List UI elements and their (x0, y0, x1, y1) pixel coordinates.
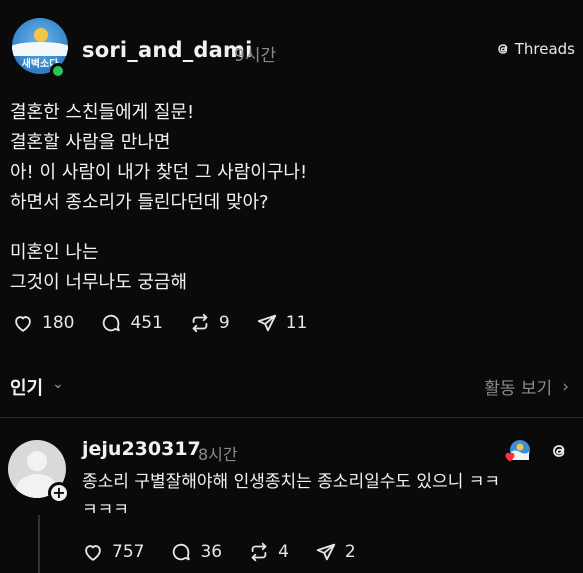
online-status-icon (50, 63, 66, 79)
post-line: 결혼할 사람을 만나면 (10, 132, 171, 153)
repost-icon (192, 313, 208, 333)
post-body: 결혼한 스친들에게 질문! 결혼할 사람을 만나면 아! 이 사람이 내가 찾던… (10, 98, 570, 298)
liked-by-author-icon (505, 440, 530, 462)
post-line: 결혼한 스친들에게 질문! (10, 102, 195, 123)
author-username[interactable]: sori_and_dami (82, 38, 253, 62)
reply-share-button[interactable]: 2 (315, 541, 356, 563)
avatar-wave-graphic (12, 42, 68, 56)
post-line: 그것이 너무나도 궁금해 (10, 272, 188, 293)
like-count: 180 (42, 313, 75, 333)
chevron-right-icon: › (562, 376, 569, 397)
repost-button[interactable]: 9 (189, 312, 230, 334)
post-line: 아! 이 사람이 내가 찾던 그 사람이구나! (10, 162, 308, 183)
reply-actions: 757 36 4 2 (82, 541, 382, 563)
avatar-sun-graphic (34, 28, 48, 42)
reply-line: 종소리 구별잘해야해 인생종치는 종소리일수도 있으니 ㅋㅋ (82, 472, 501, 492)
post-timestamp: 9시간 (234, 46, 277, 66)
reply-share-count: 2 (344, 542, 356, 562)
section-divider (0, 417, 583, 418)
send-icon (257, 314, 276, 332)
post-actions: 180 451 9 11 (12, 312, 333, 334)
reply-comment-count: 36 (200, 542, 223, 562)
view-activity-link[interactable]: 활동 보기 › (484, 374, 569, 400)
reply-body: 종소리 구별잘해야해 인생종치는 종소리일수도 있으니 ㅋㅋ ㅋㅋㅋ (82, 468, 572, 524)
share-count: 11 (285, 313, 308, 333)
reply-author-username[interactable]: jeju230317 (82, 438, 201, 460)
reply-line: ㅋㅋㅋ (82, 500, 129, 520)
chevron-down-icon[interactable]: ⌄ (52, 376, 64, 392)
threads-label: Threads (514, 40, 575, 58)
comment-count: 451 (130, 313, 163, 333)
default-avatar-head (27, 451, 47, 471)
like-button[interactable]: 180 (12, 312, 74, 334)
reply-repost-button[interactable]: 4 (248, 541, 289, 563)
heart-icon (15, 316, 31, 332)
repost-icon (251, 542, 267, 562)
sort-dropdown-label[interactable]: 인기 (10, 374, 43, 400)
comment-button[interactable]: 451 (100, 312, 163, 334)
threads-app-link[interactable]: Threads (495, 40, 575, 58)
repost-count: 9 (218, 313, 230, 333)
reply-like-button[interactable]: 757 (82, 541, 144, 563)
send-icon (316, 543, 336, 561)
comment-bubble-icon (103, 314, 121, 332)
reply-comment-button[interactable]: 36 (170, 541, 222, 563)
share-button[interactable]: 11 (256, 312, 308, 334)
follow-plus-icon[interactable]: + (48, 482, 70, 504)
reply-like-count: 757 (112, 542, 145, 562)
thread-connector-line (38, 515, 40, 573)
threads-logo-icon[interactable] (549, 441, 569, 461)
post-line: 미혼인 나는 (10, 242, 99, 263)
threads-logo-icon (498, 44, 508, 54)
reply-timestamp: 8시간 (198, 445, 238, 464)
reply-repost-count: 4 (278, 542, 289, 562)
comment-bubble-icon (173, 543, 191, 561)
post-line: 하면서 종소리가 들린다던데 맞아? (10, 192, 269, 213)
view-activity-label: 활동 보기 (484, 379, 553, 399)
heart-icon (85, 545, 101, 561)
